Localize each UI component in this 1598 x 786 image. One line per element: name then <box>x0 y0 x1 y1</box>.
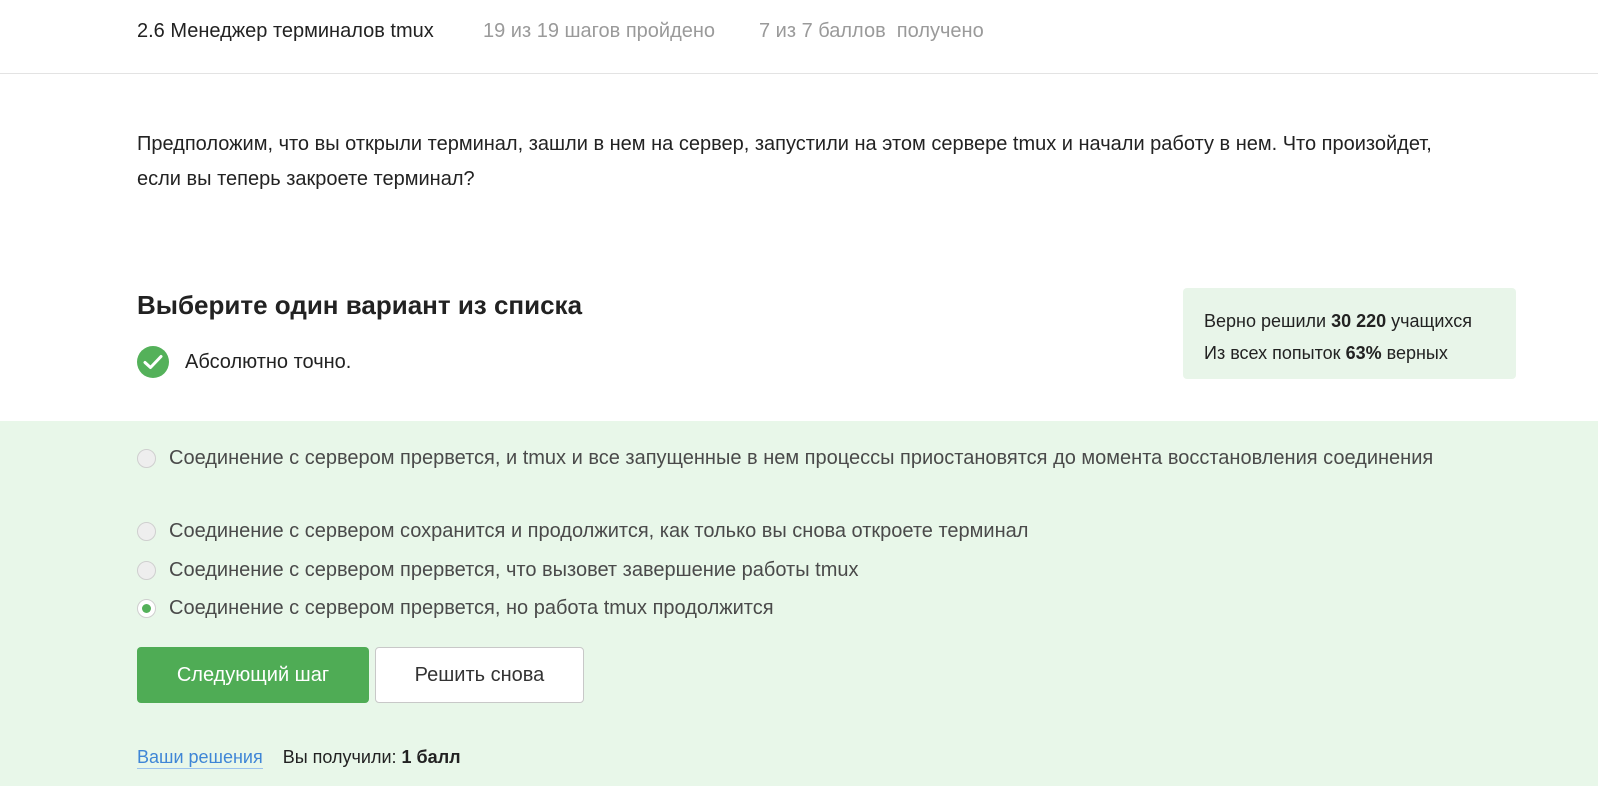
attempts-percent: 63% <box>1345 343 1382 363</box>
check-circle-icon <box>137 346 169 378</box>
lesson-header: 2.6 Менеджер терминалов tmux 19 из 19 ша… <box>0 0 1598 74</box>
radio-button-checked[interactable] <box>137 599 156 618</box>
attempts-stat: Из всех попыток 63% верных <box>1204 337 1516 369</box>
next-step-button[interactable]: Следующий шаг <box>137 647 369 703</box>
your-solutions-link[interactable]: Ваши решения <box>137 747 263 769</box>
question-text: Предположим, что вы открыли терминал, за… <box>137 133 1432 190</box>
radio-button[interactable] <box>137 449 156 468</box>
retry-button[interactable]: Решить снова <box>375 647 584 703</box>
solved-prefix: Верно решили <box>1204 311 1327 331</box>
answer-option-selected[interactable]: Соединение с сервером прервется, но рабо… <box>137 591 1459 626</box>
stats-box: Верно решили 30 220 учащихся Из всех поп… <box>1183 288 1516 379</box>
radio-button[interactable] <box>137 561 156 580</box>
solved-count: 30 220 <box>1331 311 1387 331</box>
radio-button[interactable] <box>137 522 156 541</box>
feedback-text: Абсолютно точно. <box>185 350 352 373</box>
score-value: 1 балл <box>401 747 461 767</box>
answer-option[interactable]: Соединение с сервером прервется, и tmux … <box>137 441 1459 476</box>
feedback-message: Абсолютно точно. <box>137 346 351 378</box>
footer-bar: Ваши решения Вы получили: 1 балл <box>137 747 461 769</box>
option-label: Соединение с сервером прервется, что выз… <box>169 559 859 581</box>
solved-suffix: учащихся <box>1391 311 1472 331</box>
answer-option[interactable]: Соединение с сервером прервется, что выз… <box>137 553 1459 588</box>
attempts-suffix: верных <box>1386 343 1448 363</box>
steps-progress: 19 из 19 шагов пройдено <box>483 20 716 42</box>
option-label: Соединение с сервером прервется, и tmux … <box>169 447 1434 469</box>
score-label: Вы получили: <box>282 747 397 767</box>
option-label: Соединение с сервером сохранится и продо… <box>169 520 1029 542</box>
option-label: Соединение с сервером прервется, но рабо… <box>169 597 774 619</box>
answer-option[interactable]: Соединение с сервером сохранится и продо… <box>137 514 1459 549</box>
points-progress: 7 из 7 баллов получено <box>759 20 984 42</box>
quiz-section-title: Выберите один вариант из списка <box>137 290 583 320</box>
attempts-prefix: Из всех попыток <box>1204 343 1341 363</box>
lesson-title[interactable]: 2.6 Менеджер терминалов tmux <box>137 20 434 43</box>
solved-stat: Верно решили 30 220 учащихся <box>1204 305 1516 337</box>
